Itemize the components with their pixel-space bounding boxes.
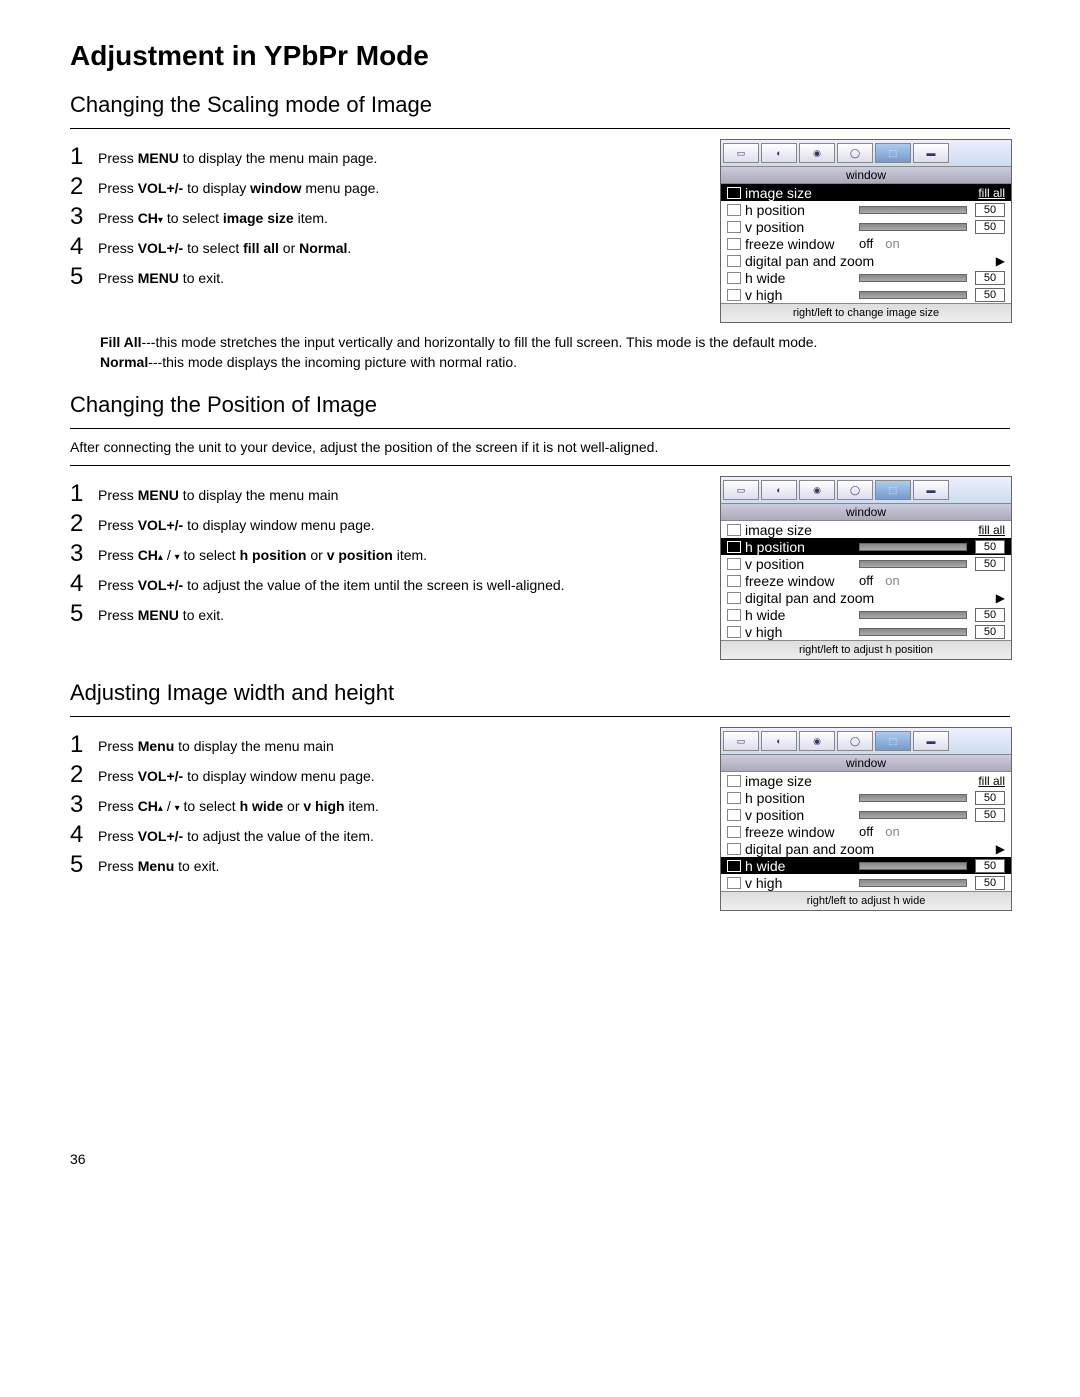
osd-row-v-position: v position 50: [721, 218, 1011, 235]
v-high-icon: [727, 289, 741, 301]
section2-intro: After connecting the unit to your device…: [70, 439, 1010, 455]
osd-row-h-position: h position 50: [721, 789, 1011, 806]
step-number: 5: [70, 602, 88, 626]
step-text: Press VOL+/- to select fill all or Norma…: [98, 235, 351, 257]
osd-tab-icon: ▭: [723, 143, 759, 163]
osd-tab-icon: ◯: [837, 143, 873, 163]
osd-row-dpz: digital pan and zoom ▶: [721, 840, 1011, 857]
osd-tabs: ▭◐◉◯⬚▬: [721, 728, 1011, 755]
osd-row-dpz: digital pan and zoom ▶: [721, 589, 1011, 606]
step-text: Press VOL+/- to display window menu page…: [98, 175, 379, 197]
section3-heading: Adjusting Image width and height: [70, 680, 1010, 706]
step-text: Press MENU to exit.: [98, 265, 224, 287]
page-number: 36: [70, 1151, 1010, 1167]
step-text: Press VOL+/- to display window menu page…: [98, 763, 375, 785]
osd-tabs: ▭◐◉◯⬚▬: [721, 477, 1011, 504]
step-number: 5: [70, 265, 88, 289]
osd-screenshot-1: ▭ ◐ ◉ ◯ ⬚ ▬ window image size fill all h…: [720, 139, 1012, 323]
osd-row-h-position: h position 50: [721, 201, 1011, 218]
divider: [70, 716, 1010, 717]
step-text: Press Menu to display the menu main: [98, 733, 334, 755]
page-title: Adjustment in YPbPr Mode: [70, 40, 1010, 72]
divider: [70, 465, 1010, 466]
step-text: Press MENU to display the menu main: [98, 482, 338, 504]
step-number: 2: [70, 763, 88, 787]
step-number: 4: [70, 572, 88, 596]
section1-heading: Changing the Scaling mode of Image: [70, 92, 1010, 118]
step-number: 2: [70, 512, 88, 536]
osd-row-freeze: freeze window offon: [721, 572, 1011, 589]
step-text: Press CH / to select h position or v pos…: [98, 542, 427, 564]
osd-hint: right/left to adjust h position: [721, 640, 1011, 659]
step-text: Press VOL+/- to adjust the value of the …: [98, 572, 565, 594]
step-text: Press MENU to display the menu main page…: [98, 145, 377, 167]
step-number: 5: [70, 853, 88, 877]
step-number: 4: [70, 235, 88, 259]
osd-tab-icon: ⬚: [875, 143, 911, 163]
osd-title: window: [721, 755, 1011, 772]
osd-row-dpz: digital pan and zoom ▶: [721, 252, 1011, 269]
step-text: Press Menu to exit.: [98, 853, 219, 875]
step-text: Press CH to select image size item.: [98, 205, 328, 227]
step-text: Press CH / to select h wide or v high it…: [98, 793, 379, 815]
osd-row-v-high: v high 50: [721, 286, 1011, 303]
step-number: 2: [70, 175, 88, 199]
step-text: Press VOL+/- to adjust the value of the …: [98, 823, 374, 845]
step-text: Press VOL+/- to display window menu page…: [98, 512, 375, 534]
divider: [70, 128, 1010, 129]
dpz-icon: [727, 255, 741, 267]
h-wide-icon: [727, 272, 741, 284]
mode-description: Fill All---this mode stretches the input…: [100, 333, 1010, 372]
v-position-icon: [727, 221, 741, 233]
osd-row-v-high: v high 50: [721, 874, 1011, 891]
osd-row-v-position: v position 50: [721, 806, 1011, 823]
osd-row-freeze: freeze window offon: [721, 235, 1011, 252]
step-number: 3: [70, 793, 88, 817]
osd-row-image-size: image size fill all: [721, 184, 1011, 201]
chevron-right-icon: ▶: [996, 254, 1005, 268]
osd-tabs: ▭ ◐ ◉ ◯ ⬚ ▬: [721, 140, 1011, 167]
step-number: 1: [70, 145, 88, 169]
divider: [70, 428, 1010, 429]
freeze-icon: [727, 238, 741, 250]
osd-row-image-size: image size fill all: [721, 521, 1011, 538]
osd-row-v-high: v high 50: [721, 623, 1011, 640]
step-number: 1: [70, 733, 88, 757]
osd-row-freeze: freeze window offon: [721, 823, 1011, 840]
osd-row-h-wide: h wide 50: [721, 606, 1011, 623]
step-text: Press MENU to exit.: [98, 602, 224, 624]
step-number: 1: [70, 482, 88, 506]
image-size-icon: [727, 187, 741, 199]
osd-tab-icon: ◉: [799, 143, 835, 163]
osd-row-h-position: h position 50: [721, 538, 1011, 555]
step-number: 4: [70, 823, 88, 847]
h-position-icon: [727, 204, 741, 216]
step-number: 3: [70, 205, 88, 229]
step-number: 3: [70, 542, 88, 566]
osd-screenshot-2: ▭◐◉◯⬚▬ window image size fill all h posi…: [720, 476, 1012, 660]
osd-title: window: [721, 167, 1011, 184]
section2-heading: Changing the Position of Image: [70, 392, 1010, 418]
osd-hint: right/left to change image size: [721, 303, 1011, 322]
osd-title: window: [721, 504, 1011, 521]
osd-screenshot-3: ▭◐◉◯⬚▬ window image size fill all h posi…: [720, 727, 1012, 911]
osd-hint: right/left to adjust h wide: [721, 891, 1011, 910]
osd-row-h-wide: h wide 50: [721, 269, 1011, 286]
osd-row-h-wide: h wide 50: [721, 857, 1011, 874]
osd-row-image-size: image size fill all: [721, 772, 1011, 789]
osd-tab-icon: ◐: [761, 143, 797, 163]
osd-row-v-position: v position 50: [721, 555, 1011, 572]
osd-tab-icon: ▬: [913, 143, 949, 163]
